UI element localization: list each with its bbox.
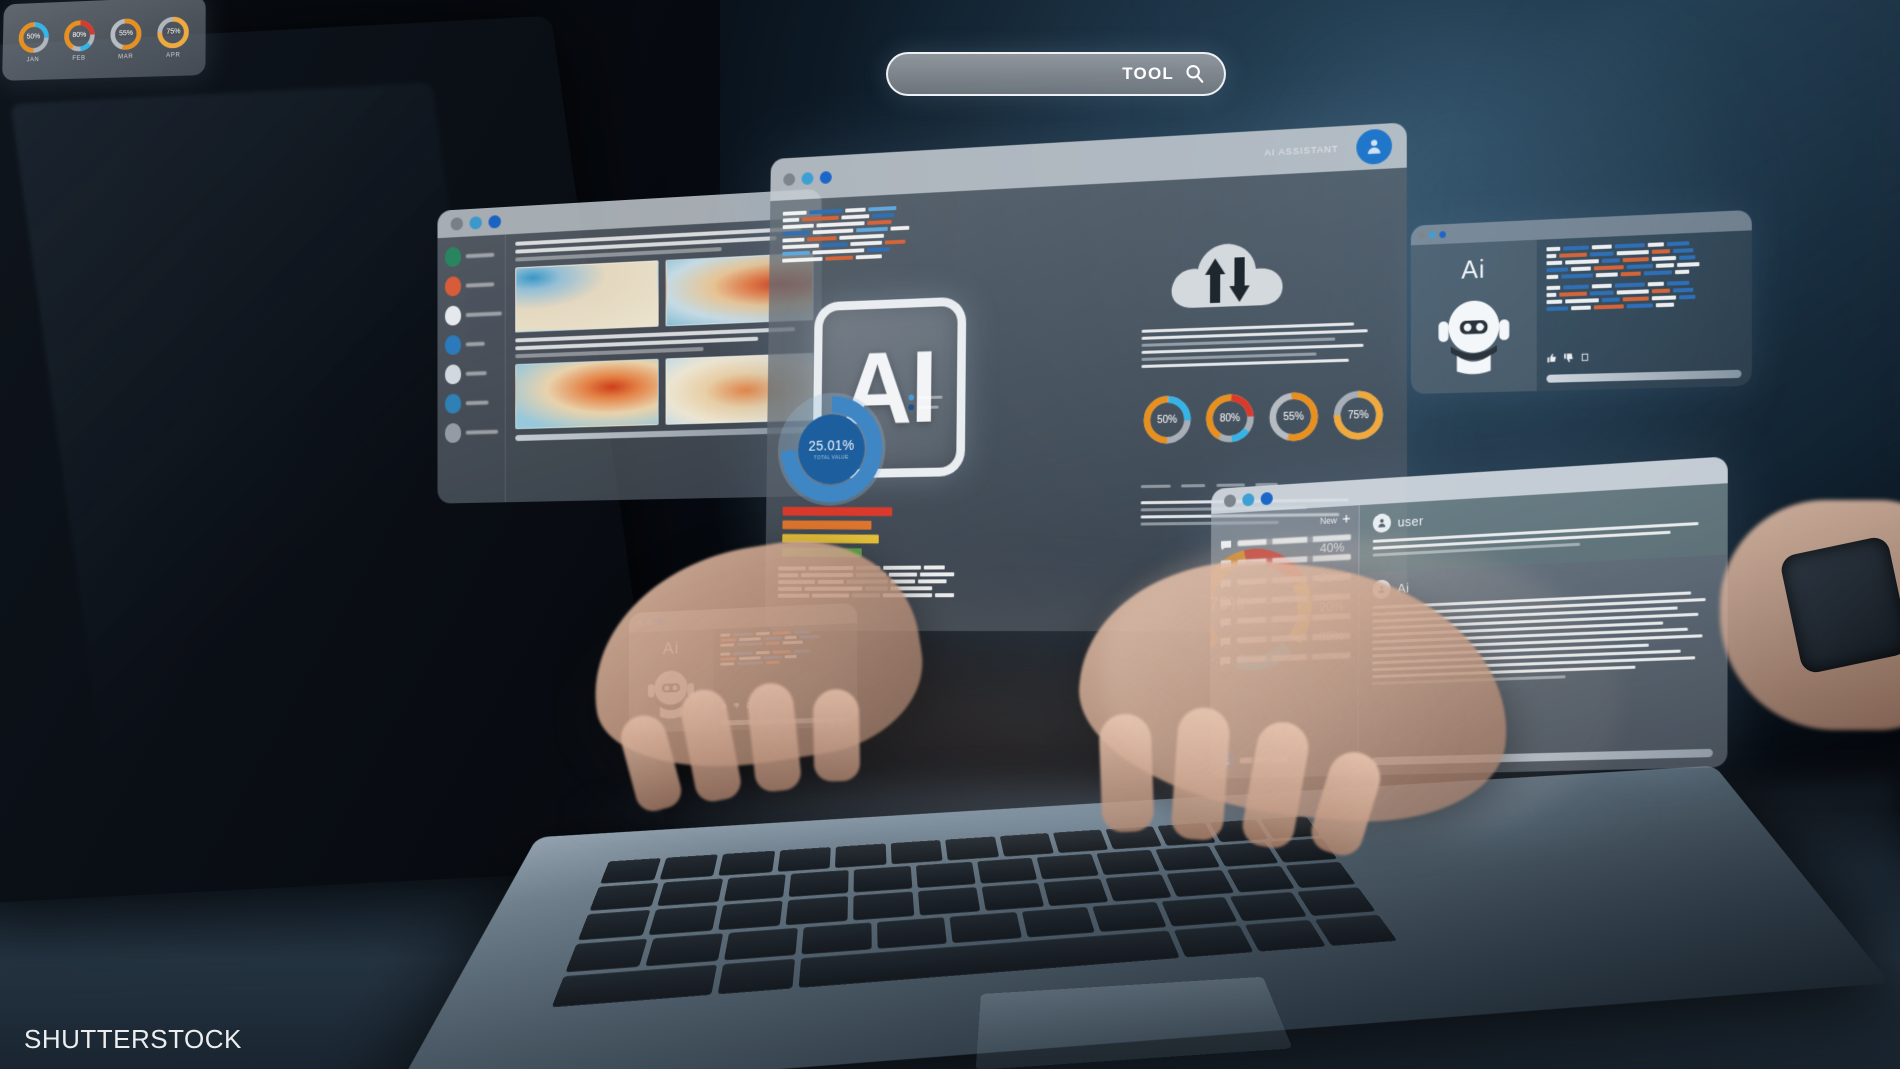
new-chat-label: New xyxy=(1320,515,1337,527)
kpi-donut-55: 55% xyxy=(1267,389,1321,444)
avatar-icon xyxy=(445,276,462,297)
chat-history-item[interactable] xyxy=(1220,531,1352,551)
traffic-light-minimize-icon[interactable] xyxy=(1428,231,1436,239)
sidebar-item-label xyxy=(465,371,487,376)
sidebar-item-label xyxy=(465,400,489,406)
user-avatar-icon xyxy=(1372,513,1392,533)
kpi-percent: 75% xyxy=(166,28,181,36)
kpi-month-label: FEB xyxy=(72,55,86,62)
sidebar-item-label xyxy=(465,311,502,318)
search-icon[interactable] xyxy=(1184,63,1206,85)
search-bar[interactable]: TOOL xyxy=(886,52,1226,96)
avatar-icon xyxy=(445,364,462,385)
pie-chart-percent: 25.01% xyxy=(808,437,855,454)
kpi-strip-widget[interactable]: 50% JAN 80% FEB 55% MAR 75% APR xyxy=(2,0,206,81)
traffic-light-close-icon[interactable] xyxy=(1418,231,1426,239)
traffic-light-close-icon[interactable] xyxy=(450,216,463,231)
heatmap-thumbnail[interactable] xyxy=(515,358,659,430)
chat-bubble-icon xyxy=(1220,538,1232,551)
search-label: TOOL xyxy=(1122,64,1174,83)
avatar-icon xyxy=(445,334,462,356)
kpi-percent: 80% xyxy=(72,31,87,40)
traffic-light-maximize-icon[interactable] xyxy=(1260,491,1273,505)
sidebar-item-label xyxy=(465,282,495,288)
new-chat-button[interactable]: New xyxy=(1220,514,1351,533)
copy-icon[interactable] xyxy=(1580,350,1591,368)
kpi-month-label: MAR xyxy=(118,53,134,60)
sidebar-item-label xyxy=(465,252,495,259)
traffic-light-close-icon[interactable] xyxy=(783,172,796,186)
watermark: SHUTTERSTOCK xyxy=(24,1024,242,1054)
legend-swatch xyxy=(908,404,915,411)
sidebar-item-trace[interactable] xyxy=(445,363,505,385)
traffic-light-minimize-icon[interactable] xyxy=(1242,492,1255,506)
plus-icon[interactable] xyxy=(1342,514,1351,526)
robot-branding: Ai xyxy=(1410,239,1537,394)
traffic-light-maximize-icon[interactable] xyxy=(488,214,501,229)
message-reactions[interactable] xyxy=(1547,345,1742,369)
kpi-month-label: JAN xyxy=(26,56,40,63)
kpi-donut-label: 55% xyxy=(1283,410,1304,423)
traffic-light-minimize-icon[interactable] xyxy=(801,171,814,185)
kpi-donut-label: 50% xyxy=(1157,413,1178,426)
traffic-light-maximize-icon[interactable] xyxy=(1439,230,1446,238)
pie-chart-sublabel: TOTAL VALUE xyxy=(813,454,849,462)
scene-root: TOOL AI ASSISTANT AI 50% 80% 55% 75% 25.… xyxy=(0,0,1900,1069)
pie-chart-label-group: 25.01% TOTAL VALUE xyxy=(772,385,892,512)
sidebar-item-assets[interactable] xyxy=(445,274,505,297)
left-window-sidebar[interactable] xyxy=(437,234,506,504)
bar xyxy=(782,506,893,517)
data-viewer-window[interactable] xyxy=(437,188,822,504)
traffic-light-close-icon[interactable] xyxy=(1224,493,1236,508)
kpi-donut-75: 75% xyxy=(1331,388,1386,443)
avatar-icon xyxy=(445,393,462,414)
sidebar-item-analytics[interactable] xyxy=(445,303,505,326)
thumbs-down-icon[interactable] xyxy=(1563,350,1574,368)
main-window-title: AI ASSISTANT xyxy=(1264,143,1339,158)
robot-label: Ai xyxy=(1461,253,1486,285)
kpi-donut-50: 50% xyxy=(1141,393,1193,447)
kpi-cell-mar: 55% MAR xyxy=(109,16,143,60)
kpi-donut-80: 80% xyxy=(1203,391,1256,445)
chat-code-block xyxy=(1546,239,1742,348)
sidebar-item-label xyxy=(465,429,499,435)
pie-chart: 25.01% TOTAL VALUE xyxy=(772,385,892,512)
pie-legend xyxy=(908,394,943,411)
sidebar-item-label xyxy=(465,341,485,347)
traffic-light-maximize-icon[interactable] xyxy=(819,170,832,184)
avatar-icon xyxy=(445,246,462,268)
robot-chat-content xyxy=(1537,230,1752,391)
robot-head-icon xyxy=(1435,287,1512,381)
left-window-body xyxy=(437,217,822,504)
chat-scrollbar[interactable] xyxy=(1546,369,1742,383)
sidebar-item-storage[interactable] xyxy=(445,392,505,414)
ai-chat-window-primary[interactable]: Ai xyxy=(1410,209,1752,394)
bar xyxy=(782,520,872,530)
kpi-donut-row: 50% 80% 55% 75% xyxy=(1141,388,1386,447)
traffic-light-minimize-icon[interactable] xyxy=(469,215,482,230)
heatmap-thumbnail[interactable] xyxy=(515,260,659,333)
avatar-icon xyxy=(445,305,462,326)
sidebar-item-data[interactable] xyxy=(445,333,505,356)
cloud-sync-icon xyxy=(1164,223,1290,321)
legend-swatch xyxy=(908,394,915,401)
thumbs-up-icon[interactable] xyxy=(1547,351,1558,369)
code-block-top xyxy=(782,201,1000,266)
user-avatar-icon[interactable] xyxy=(1356,128,1393,166)
message-author: user xyxy=(1397,513,1424,530)
kpi-percent: 55% xyxy=(118,29,134,38)
chat-history-label xyxy=(1237,533,1352,546)
robot-window-body: Ai xyxy=(1410,230,1752,394)
sidebar-item-settings[interactable] xyxy=(445,422,505,444)
kpi-cell-apr: 75% APR xyxy=(156,14,191,59)
sidebar-item-dashboard[interactable] xyxy=(445,244,505,268)
main-text-block xyxy=(1141,322,1373,372)
avatar-icon xyxy=(445,422,462,444)
kpi-percent: 50% xyxy=(26,33,41,41)
kpi-donut-label: 75% xyxy=(1347,409,1369,422)
kpi-cell-feb: 80% FEB xyxy=(62,18,96,62)
kpi-donut-label: 80% xyxy=(1219,412,1241,425)
kpi-cell-jan: 50% JAN xyxy=(16,20,50,63)
kpi-month-label: APR xyxy=(166,51,181,59)
